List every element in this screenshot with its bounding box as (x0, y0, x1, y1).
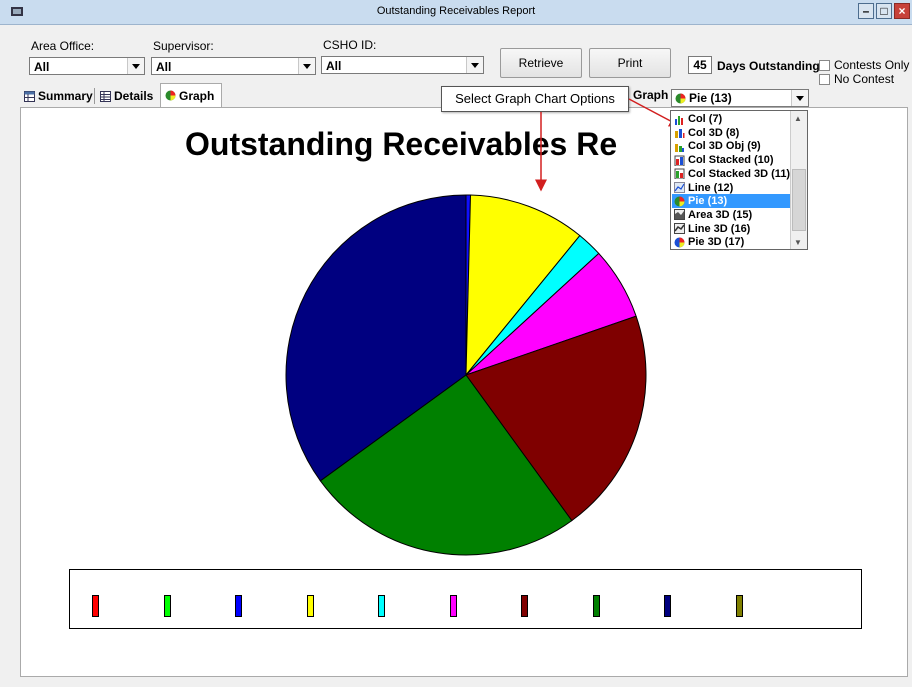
column-chart-icon (675, 115, 683, 125)
legend-swatch-10 (735, 595, 743, 617)
legend-swatch-6 (449, 595, 457, 617)
dropdown-option-label: Area 3D (15) (688, 208, 753, 221)
dropdown-option-label: Line (12) (688, 181, 734, 194)
column-stacked-chart-icon (674, 155, 685, 166)
line-3d-chart-icon (674, 223, 685, 235)
area-3d-chart-icon (674, 209, 685, 221)
scroll-down-icon[interactable]: ▼ (794, 238, 802, 247)
legend-swatch-5 (378, 595, 385, 617)
legend-swatch-3 (235, 595, 242, 617)
column-3d-object-chart-icon (675, 143, 684, 152)
legend-swatch-9 (664, 595, 671, 617)
legend-swatch-1 (92, 595, 99, 617)
line-chart-icon (674, 182, 685, 193)
dropdown-option-label: Col 3D Obj (9) (688, 140, 761, 153)
scrollbar-thumb[interactable] (792, 169, 806, 231)
dropdown-option-label: Line 3D (16) (688, 222, 751, 235)
graph-type-dropdown-list[interactable]: Col (7) Col 3D (8) Col 3D Obj (9) Col Stack… (670, 110, 808, 250)
legend-swatch-7 (521, 595, 528, 617)
dropdown-option-label: Col Stacked 3D (11) (688, 167, 791, 180)
pie-3d-chart-icon (674, 237, 685, 248)
dropdown-option-label: Col Stacked (10) (688, 154, 774, 167)
dropdown-option-label: Col (7) (688, 113, 723, 125)
legend-swatch-8 (592, 595, 600, 617)
dropdown-option-pie-13[interactable]: Pie (13) (672, 194, 792, 209)
dropdown-option-col-3d-obj-9[interactable]: Col 3D Obj (9) (672, 139, 792, 153)
dropdown-option-label: Pie (13) (688, 195, 728, 208)
dropdown-option-col-3d-8[interactable]: Col 3D (8) (672, 126, 792, 140)
dropdown-option-col-7[interactable]: Col (7) (672, 112, 792, 126)
legend-swatch-4 (306, 595, 314, 617)
dropdown-option-label: Col 3D (8) (688, 126, 740, 139)
dropdown-option-label: Pie 3D (17) (688, 236, 745, 249)
legend-swatch-2 (163, 595, 171, 617)
pie-chart-icon (674, 196, 685, 207)
dropdown-option-area-3d-15[interactable]: Area 3D (15) (672, 208, 792, 222)
dropdown-option-col-stacked-3d-11[interactable]: Col Stacked 3D (11) (672, 167, 792, 181)
dropdown-option-pie-3d-17[interactable]: Pie 3D (17) (672, 235, 792, 249)
dropdown-scrollbar[interactable]: ▲ ▼ (790, 111, 807, 249)
graph-options-callout: Select Graph Chart Options (441, 86, 629, 112)
column-stacked-3d-chart-icon (674, 168, 685, 180)
scroll-up-icon[interactable]: ▲ (794, 114, 802, 123)
dropdown-option-line-3d-16[interactable]: Line 3D (16) (672, 222, 792, 236)
column-3d-chart-icon (675, 129, 685, 139)
dropdown-option-line-12[interactable]: Line (12) (672, 181, 792, 195)
chart-legend (69, 569, 862, 629)
dropdown-option-col-stacked-10[interactable]: Col Stacked (10) (672, 153, 792, 167)
